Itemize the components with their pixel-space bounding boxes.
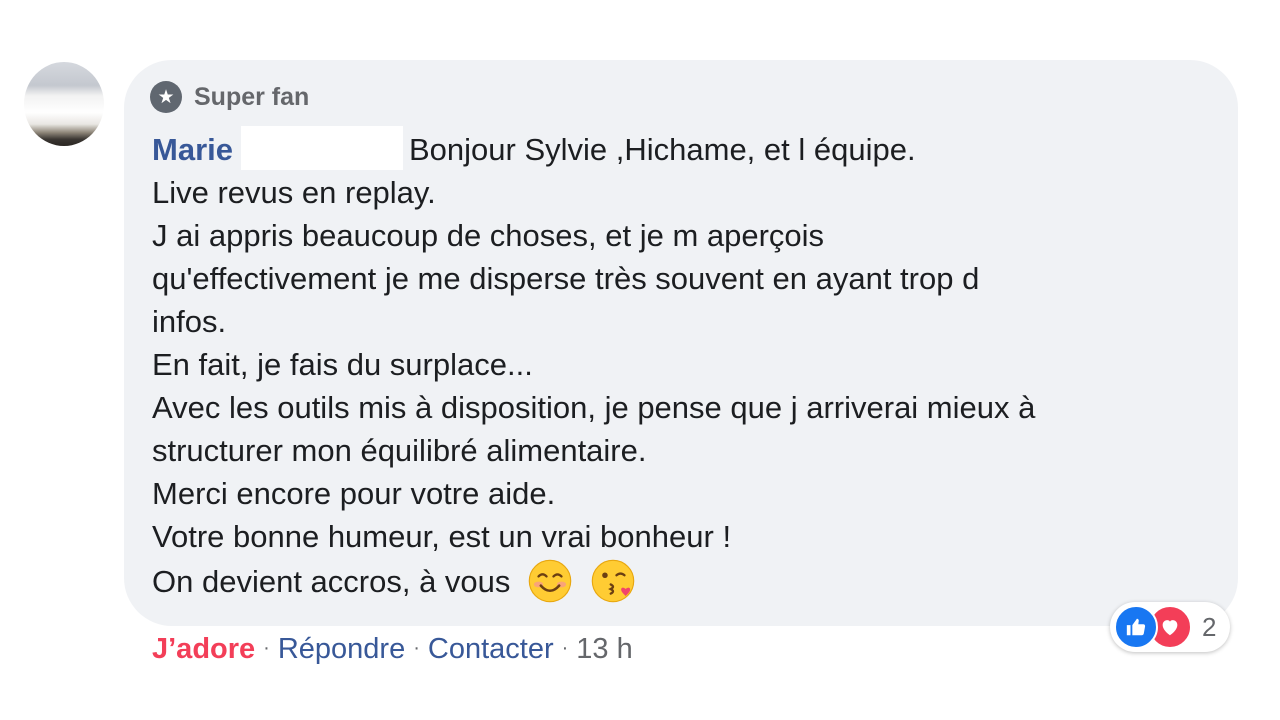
comment-line: On devient accros, à vous (152, 558, 1222, 604)
super-fan-badge[interactable]: ★ Super fan (150, 80, 309, 114)
avatar[interactable] (24, 62, 104, 146)
comment-line: structurer mon équilibré alimentaire. (152, 433, 647, 468)
author-name[interactable]: Marie (152, 132, 233, 167)
reply-link[interactable]: Répondre (278, 633, 405, 665)
smiling-face-emoji (528, 559, 572, 603)
redacted-surname (240, 126, 403, 170)
comment-text: On devient accros, à vous (152, 564, 511, 599)
comment-line: En fait, je fais du surplace... (152, 347, 533, 382)
kissing-face-emoji (591, 559, 634, 603)
love-reaction-link[interactable]: J’adore (152, 633, 255, 665)
separator: · (561, 637, 569, 659)
timestamp[interactable]: 13 h (576, 633, 632, 665)
comment-line: infos. (152, 304, 227, 339)
comment-body: Marie Bonjour Sylvie ,Hichame, et l équip… (152, 126, 1222, 604)
separator: · (263, 637, 270, 659)
reactions-summary[interactable]: 2 (1110, 602, 1231, 652)
comment-text: Bonjour Sylvie ,Hichame, et l équipe. (408, 132, 916, 167)
star-icon: ★ (150, 81, 182, 113)
comment-line: Marie Bonjour Sylvie ,Hichame, et l équip… (152, 126, 1222, 171)
like-icon (1114, 605, 1158, 649)
comment-line: J ai appris beaucoup de choses, et je m … (152, 218, 825, 253)
comment-line: qu'effectivement je me disperse très sou… (152, 261, 980, 296)
contact-link[interactable]: Contacter (428, 633, 554, 665)
reaction-count: 2 (1202, 611, 1217, 642)
comment-line: Votre bonne humeur, est un vrai bonheur … (152, 519, 732, 554)
comment-line: Merci encore pour votre aide. (152, 476, 556, 511)
separator: · (413, 637, 420, 659)
comment-line: Live revus en replay. (152, 175, 436, 210)
comment-thread: ★ Super fan Marie Bonjour Sylvie ,Hichame… (0, 0, 1280, 720)
comment-line: Avec les outils mis à disposition, je pe… (152, 390, 1036, 425)
badge-label: Super fan (194, 82, 310, 111)
comment-actions: J’adore · Répondre · Contacter · 13 h (152, 628, 633, 669)
